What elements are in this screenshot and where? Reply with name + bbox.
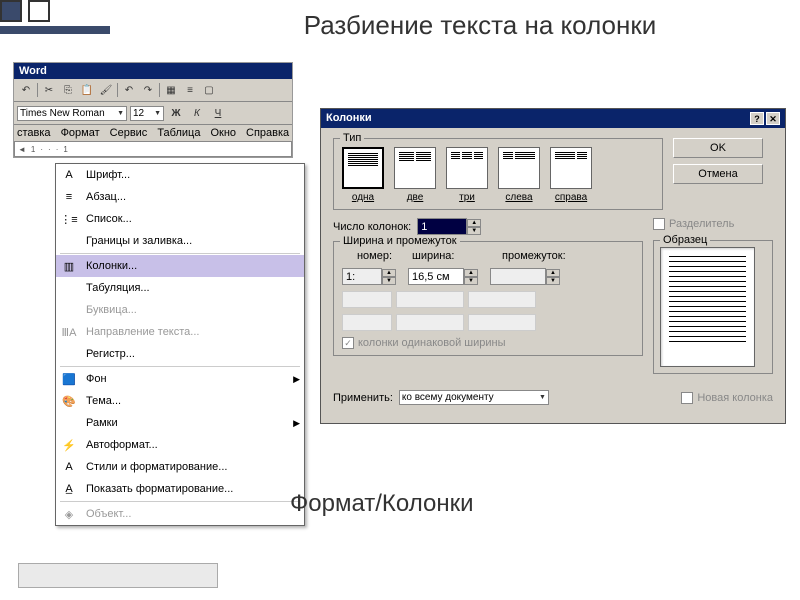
dialog-titlebar: Колонки ? ✕: [321, 109, 785, 128]
decoration-top-left: [0, 0, 110, 34]
footer-text: Формат/Колонки: [290, 490, 474, 518]
row1-gap: ▲▼: [490, 268, 560, 285]
menu-tools[interactable]: Сервис: [110, 127, 148, 139]
toolbar-formatting: Times New Roman▼ 12▼ Ж К Ч: [14, 102, 292, 125]
copy-button[interactable]: ⎘: [59, 81, 77, 99]
type-right[interactable]: справа: [550, 147, 592, 203]
menu-format[interactable]: Формат: [61, 127, 100, 139]
preview-pane: [660, 247, 755, 367]
textdir-icon: ⅢA: [60, 324, 78, 340]
paragraph-icon: ≡: [60, 189, 78, 205]
menu-item-columns[interactable]: ▥Колонки...: [56, 255, 304, 277]
font-icon: A: [60, 167, 78, 183]
new-column-checkbox: Новая колонка: [681, 392, 773, 404]
word-window: Word ↶ ✂ ⎘ 📋 🖌 ↶ ↷ ▦ ≡ ▢ Times New Roman…: [13, 62, 293, 158]
menu-table[interactable]: Таблица: [157, 127, 200, 139]
font-name-combo[interactable]: Times New Roman▼: [17, 106, 127, 121]
width-gap-group: Ширина и промежуток номер: ширина: проме…: [333, 241, 643, 356]
menu-item-borders[interactable]: Границы и заливка...: [56, 230, 304, 252]
format-painter-button[interactable]: 🖌: [97, 81, 115, 99]
object-icon: ◈: [60, 506, 78, 522]
bold-button[interactable]: Ж: [167, 104, 185, 122]
toolbar-button[interactable]: ▢: [200, 81, 218, 99]
theme-icon: 🎨: [60, 393, 78, 409]
row1-width[interactable]: ▲▼: [408, 268, 478, 285]
menu-item-bg[interactable]: 🟦Фон▶: [56, 368, 304, 390]
underline-button[interactable]: Ч: [209, 104, 227, 122]
undo-button[interactable]: ↶: [17, 81, 35, 99]
close-button[interactable]: ✕: [766, 112, 780, 125]
menu-item-paragraph[interactable]: ≡Абзац...: [56, 186, 304, 208]
menu-item-register[interactable]: Регистр...: [56, 343, 304, 365]
type-two[interactable]: две: [394, 147, 436, 203]
toolbar-standard: ↶ ✂ ⎘ 📋 🖌 ↶ ↷ ▦ ≡ ▢: [14, 79, 292, 102]
font-size-combo[interactable]: 12▼: [130, 106, 164, 121]
menu-item-textdir: ⅢAНаправление текста...: [56, 321, 304, 343]
menu-insert[interactable]: ставка: [17, 127, 51, 139]
bg-icon: 🟦: [60, 371, 78, 387]
cut-button[interactable]: ✂: [40, 81, 58, 99]
menu-help[interactable]: Справка: [246, 127, 289, 139]
row1-num: ▲▼: [342, 268, 396, 285]
insert-table-button[interactable]: ▦: [162, 81, 180, 99]
apply-combo[interactable]: ко всему документу▼: [399, 390, 549, 405]
italic-button[interactable]: К: [188, 104, 206, 122]
undo-dropdown[interactable]: ↶: [120, 81, 138, 99]
reveal-icon: A̲: [60, 481, 78, 497]
redo-dropdown[interactable]: ↷: [139, 81, 157, 99]
menu-item-dropcap: Буквица...: [56, 299, 304, 321]
slide-title: Разбиение текста на колонки: [300, 10, 660, 41]
preview-group: Образец: [653, 240, 773, 374]
menu-item-object: ◈Объект...: [56, 503, 304, 525]
paste-button[interactable]: 📋: [78, 81, 96, 99]
menu-bar: ставка Формат Сервис Таблица Окно Справк…: [14, 125, 292, 141]
list-icon: ⋮≡: [60, 211, 78, 227]
type-one[interactable]: одна: [342, 147, 384, 203]
menu-item-theme[interactable]: 🎨Тема...: [56, 390, 304, 412]
menu-item-tabs[interactable]: Табуляция...: [56, 277, 304, 299]
styles-icon: A: [60, 459, 78, 475]
menu-window[interactable]: Окно: [210, 127, 236, 139]
num-columns-spinner[interactable]: ▲▼: [417, 218, 481, 235]
autoformat-icon: ⚡: [60, 437, 78, 453]
columns-dialog: Колонки ? ✕ Тип одна две: [320, 108, 786, 424]
format-menu-dropdown: AШрифт... ≡Абзац... ⋮≡Список... Границы …: [55, 163, 305, 526]
cancel-button[interactable]: Отмена: [673, 164, 763, 184]
columns-icon: ▥: [60, 258, 78, 274]
num-columns-label: Число колонок:: [333, 221, 411, 233]
borders-icon: [60, 233, 78, 249]
menu-item-font[interactable]: AШрифт...: [56, 164, 304, 186]
type-three[interactable]: три: [446, 147, 488, 203]
equal-width-checkbox: ✓колонки одинаковой ширины: [342, 337, 634, 349]
tabs-icon: [60, 280, 78, 296]
decoration-bottom: [18, 563, 218, 588]
type-group: Тип одна две три: [333, 138, 663, 210]
columns-button[interactable]: ≡: [181, 81, 199, 99]
menu-item-list[interactable]: ⋮≡Список...: [56, 208, 304, 230]
separator-checkbox[interactable]: Разделитель: [653, 218, 773, 230]
menu-item-reveal[interactable]: A̲Показать форматирование...: [56, 478, 304, 500]
ok-button[interactable]: OK: [673, 138, 763, 158]
help-button[interactable]: ?: [750, 112, 764, 125]
menu-item-frames[interactable]: Рамки▶: [56, 412, 304, 434]
menu-item-styles[interactable]: AСтили и форматирование...: [56, 456, 304, 478]
menu-item-autoformat[interactable]: ⚡Автоформат...: [56, 434, 304, 456]
apply-label: Применить:: [333, 392, 393, 404]
ruler: ◄1···1: [14, 141, 292, 157]
word-titlebar: Word: [14, 63, 292, 79]
type-left[interactable]: слева: [498, 147, 540, 203]
